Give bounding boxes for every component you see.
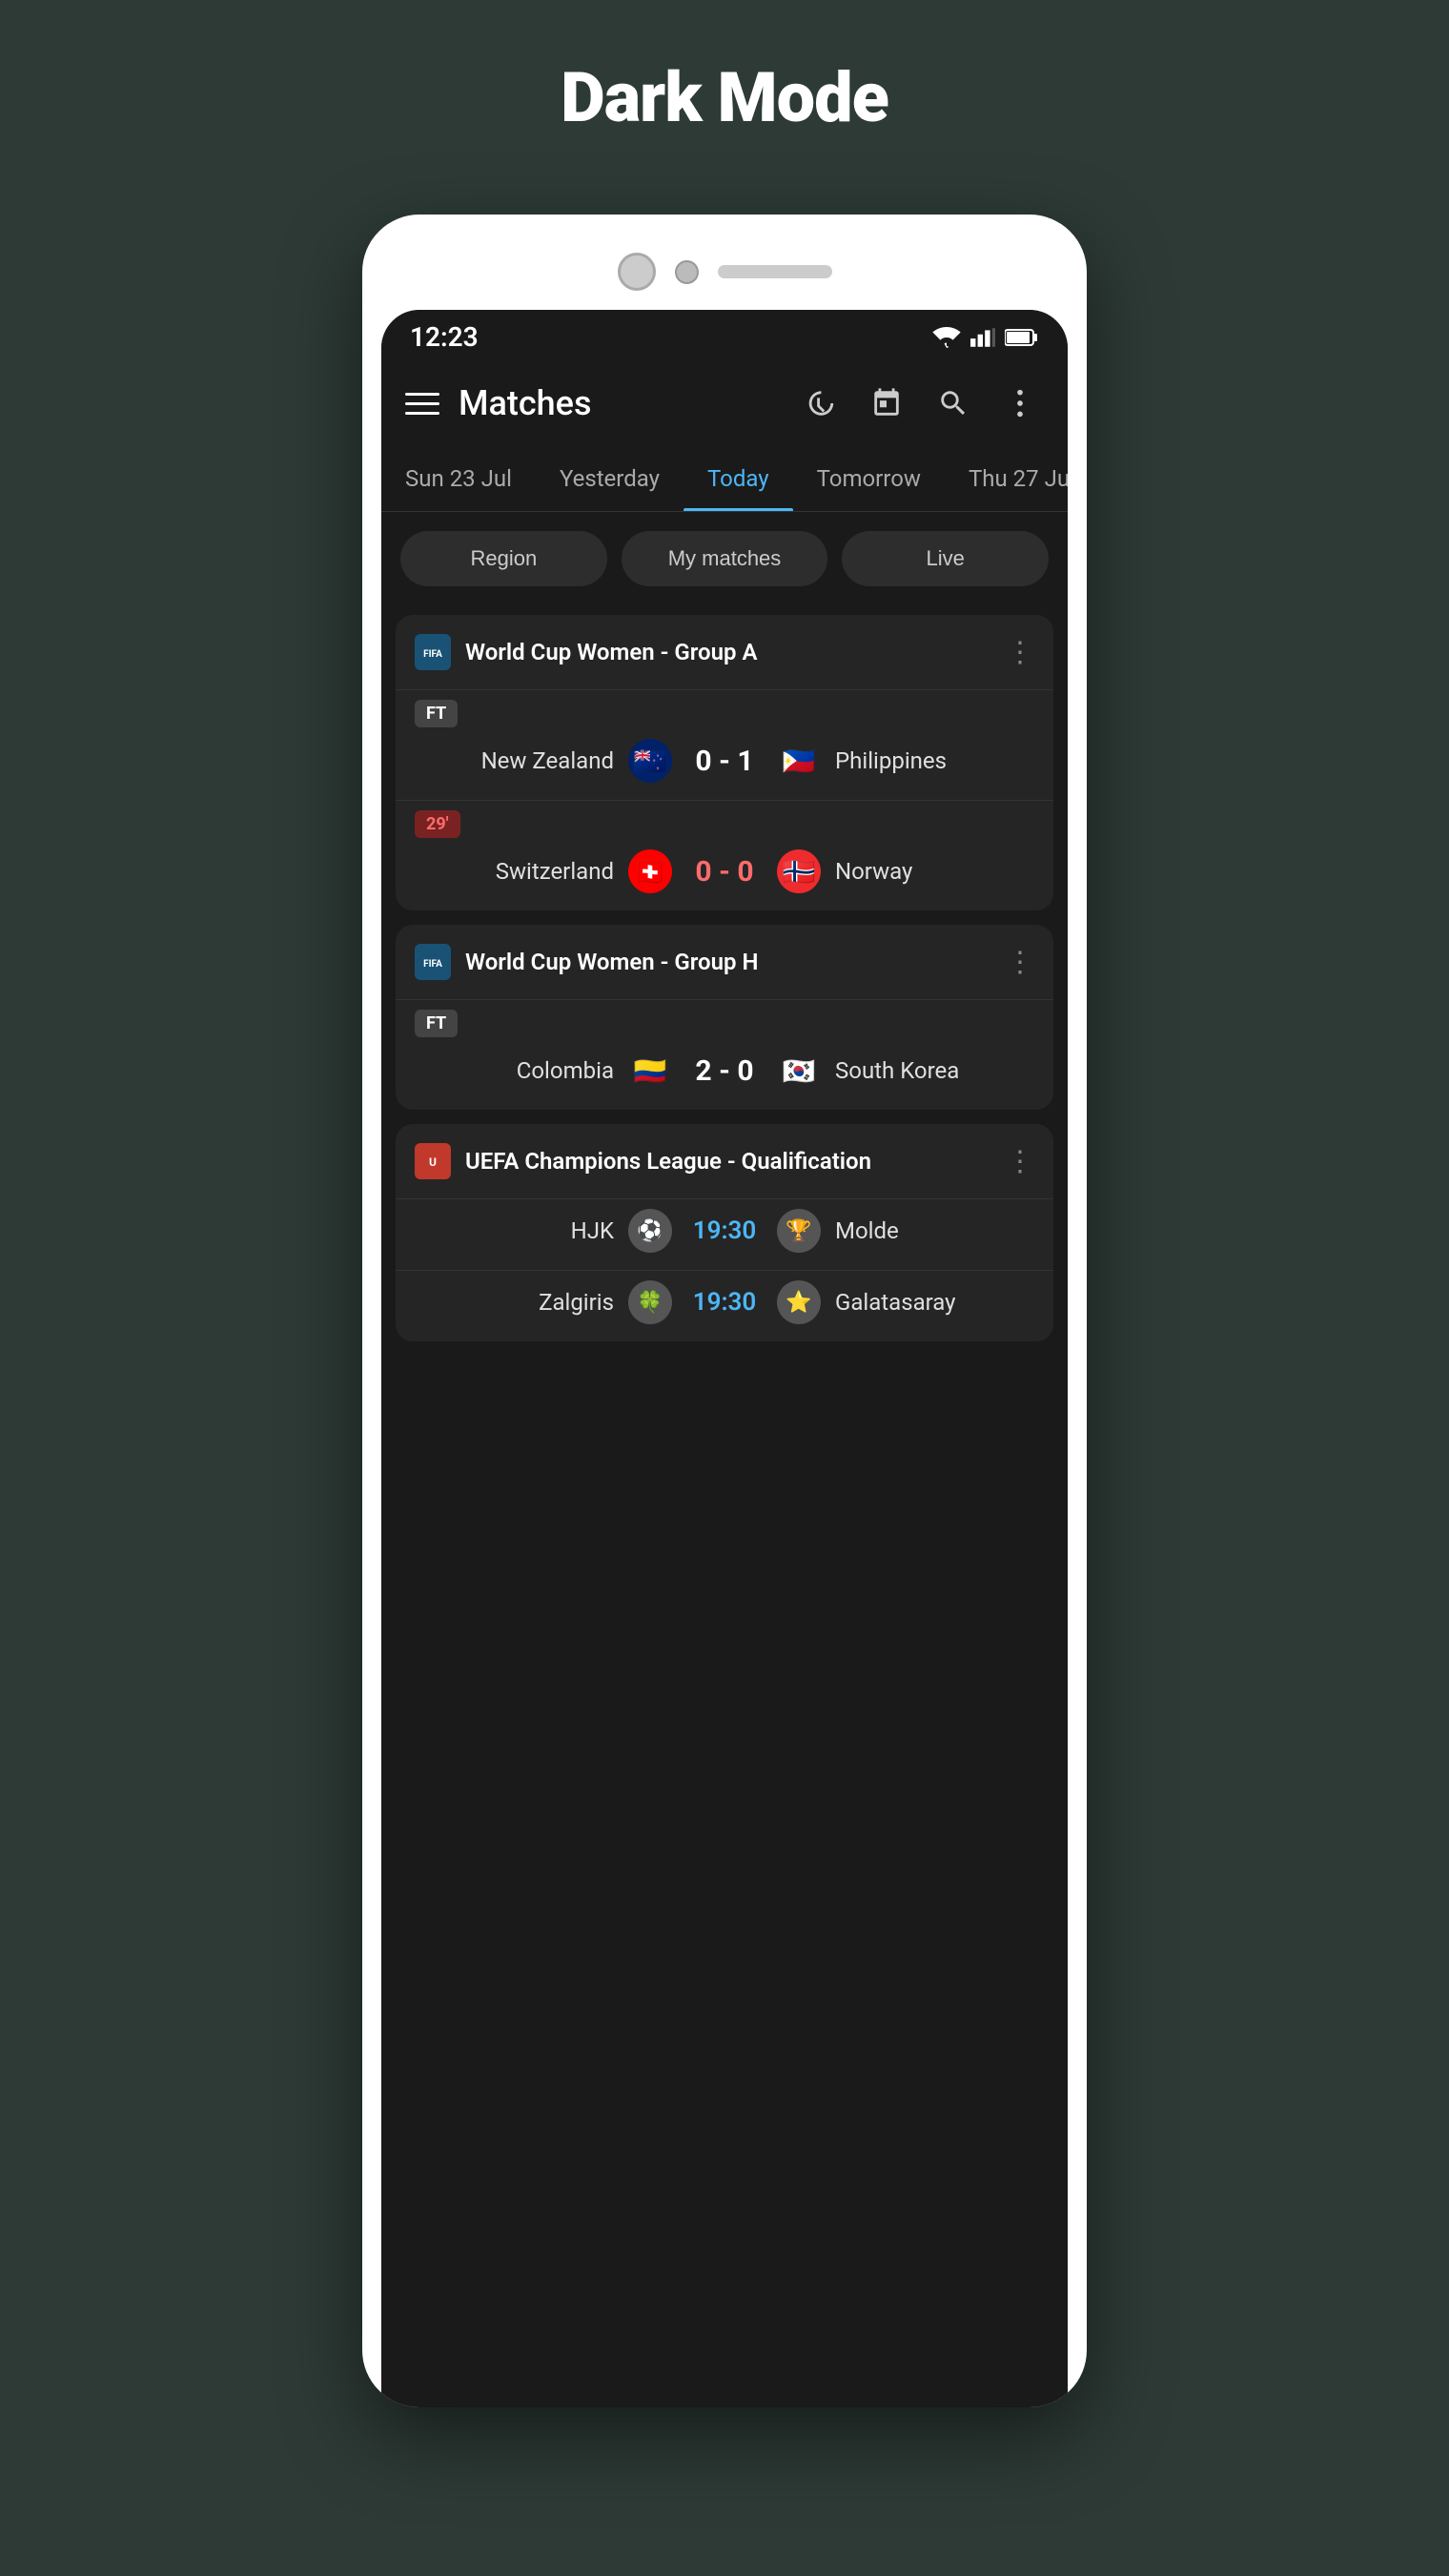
group-more-icon-a[interactable]: ⋮ <box>1006 636 1034 669</box>
phone-frame: 12:23 <box>362 215 1087 2407</box>
team-name-hjk: HJK <box>423 1217 614 1244</box>
team-logo-zalgiris: 🍀 <box>628 1280 672 1324</box>
team-flag-norway: 🇳🇴 <box>777 849 821 893</box>
svg-text:FIFA: FIFA <box>423 649 442 660</box>
camera-small <box>675 260 699 284</box>
match-item-ch-no[interactable]: 29' Switzerland 🇨🇭 0 - 0 🇳🇴 Norway <box>396 800 1053 910</box>
svg-text:U: U <box>429 1155 437 1169</box>
match-row-ch-no: Switzerland 🇨🇭 0 - 0 🇳🇴 Norway <box>415 849 1034 893</box>
group-more-icon-ucl[interactable]: ⋮ <box>1006 1145 1034 1178</box>
match-group-world-cup-h: FIFA World Cup Women - Group H ⋮ FT Colo… <box>396 925 1053 1110</box>
search-icon-button[interactable] <box>929 379 977 427</box>
league-icon-ucl: U <box>415 1143 451 1179</box>
match-score-ch-no: 0 - 0 <box>686 855 763 889</box>
match-score-nz-ph: 0 - 1 <box>686 745 763 778</box>
league-icon-fifa-h: FIFA <box>415 944 451 980</box>
history-icon-button[interactable] <box>796 379 844 427</box>
match-status-nz-ph: FT <box>415 700 458 727</box>
team-logo-hjk: ⚽ <box>628 1209 672 1253</box>
tab-tomorrow[interactable]: Tomorrow <box>793 446 945 511</box>
status-icons <box>932 327 1039 348</box>
speaker-bar <box>718 265 832 278</box>
match-item-zalgiris-galatasaray[interactable]: Zalgiris 🍀 19:30 ⭐ Galatasaray <box>396 1270 1053 1341</box>
match-time-hjk-molde: 19:30 <box>686 1216 763 1245</box>
page-title: Dark Mode <box>561 57 888 138</box>
matches-list: FIFA World Cup Women - Group A ⋮ FT New … <box>381 605 1068 1351</box>
team-name-molde: Molde <box>835 1217 1026 1244</box>
match-time-zalgiris-galatasaray: 19:30 <box>686 1288 763 1317</box>
match-status-co-kr: FT <box>415 1010 458 1037</box>
app-bar: Matches <box>381 360 1068 446</box>
match-item-co-kr[interactable]: FT Colombia 🇨🇴 2 - 0 🇰🇷 South Korea <box>396 999 1053 1110</box>
group-more-icon-h[interactable]: ⋮ <box>1006 946 1034 979</box>
wifi-icon <box>932 327 961 348</box>
team-name-new-zealand: New Zealand <box>423 747 614 774</box>
match-row-co-kr: Colombia 🇨🇴 2 - 0 🇰🇷 South Korea <box>415 1049 1034 1093</box>
league-icon-fifa-a: FIFA <box>415 634 451 670</box>
filter-live-button[interactable]: Live <box>842 531 1049 586</box>
app-bar-title: Matches <box>459 383 777 423</box>
match-row-hjk-molde: HJK ⚽ 19:30 🏆 Molde <box>415 1209 1034 1253</box>
battery-icon <box>1005 328 1039 347</box>
date-tabs: Sun 23 Jul Yesterday Today Tomorrow Thu … <box>381 446 1068 512</box>
team-name-norway: Norway <box>835 858 1026 885</box>
tab-yesterday[interactable]: Yesterday <box>536 446 684 511</box>
group-header-world-cup-a: FIFA World Cup Women - Group A ⋮ <box>396 615 1053 689</box>
group-header-world-cup-h: FIFA World Cup Women - Group H ⋮ <box>396 925 1053 999</box>
tab-today[interactable]: Today <box>684 446 793 511</box>
team-name-philippines: Philippines <box>835 747 1026 774</box>
svg-text:FIFA: FIFA <box>423 959 442 970</box>
filter-my-matches-button[interactable]: My matches <box>622 531 828 586</box>
match-item-hjk-molde[interactable]: HJK ⚽ 19:30 🏆 Molde <box>396 1198 1053 1270</box>
status-bar: 12:23 <box>381 310 1068 360</box>
camera-main <box>618 253 656 291</box>
match-status-ch-no: 29' <box>415 810 460 838</box>
group-header-ucl-qual: U UEFA Champions League - Qualification … <box>396 1124 1053 1198</box>
tab-thu-27-jul[interactable]: Thu 27 Jul <box>945 446 1068 511</box>
league-title-world-cup-a: World Cup Women - Group A <box>465 639 991 665</box>
league-title-ucl-qual: UEFA Champions League - Qualification <box>465 1148 991 1175</box>
more-options-icon-button[interactable] <box>996 379 1044 427</box>
phone-screen: 12:23 <box>381 310 1068 2407</box>
team-name-colombia: Colombia <box>423 1057 614 1084</box>
team-flag-switzerland: 🇨🇭 <box>628 849 672 893</box>
signal-icon <box>970 327 995 348</box>
team-logo-molde: 🏆 <box>777 1209 821 1253</box>
match-row-nz-ph: New Zealand 🇳🇿 0 - 1 🇵🇭 Philippines <box>415 739 1034 783</box>
team-name-switzerland: Switzerland <box>423 858 614 885</box>
team-flag-philippines: 🇵🇭 <box>777 739 821 783</box>
match-item-nz-ph[interactable]: FT New Zealand 🇳🇿 0 - 1 🇵🇭 Philippines <box>396 689 1053 800</box>
match-group-world-cup-a: FIFA World Cup Women - Group A ⋮ FT New … <box>396 615 1053 910</box>
tab-sun-23-jul[interactable]: Sun 23 Jul <box>381 446 536 511</box>
team-name-south-korea: South Korea <box>835 1057 1026 1084</box>
team-name-zalgiris: Zalgiris <box>423 1289 614 1316</box>
team-flag-south-korea: 🇰🇷 <box>777 1049 821 1093</box>
filter-region-button[interactable]: Region <box>400 531 607 586</box>
team-flag-new-zealand: 🇳🇿 <box>628 739 672 783</box>
status-time: 12:23 <box>410 321 479 353</box>
phone-top-bar <box>381 243 1068 300</box>
team-flag-colombia: 🇨🇴 <box>628 1049 672 1093</box>
match-row-zalgiris-galatasaray: Zalgiris 🍀 19:30 ⭐ Galatasaray <box>415 1280 1034 1324</box>
filter-bar: Region My matches Live <box>381 512 1068 605</box>
match-group-ucl-qual: U UEFA Champions League - Qualification … <box>396 1124 1053 1341</box>
team-name-galatasaray: Galatasaray <box>835 1289 1026 1316</box>
team-logo-galatasaray: ⭐ <box>777 1280 821 1324</box>
match-score-co-kr: 2 - 0 <box>686 1054 763 1088</box>
calendar-icon-button[interactable] <box>863 379 910 427</box>
hamburger-menu-icon[interactable] <box>405 393 439 415</box>
league-title-world-cup-h: World Cup Women - Group H <box>465 949 991 975</box>
